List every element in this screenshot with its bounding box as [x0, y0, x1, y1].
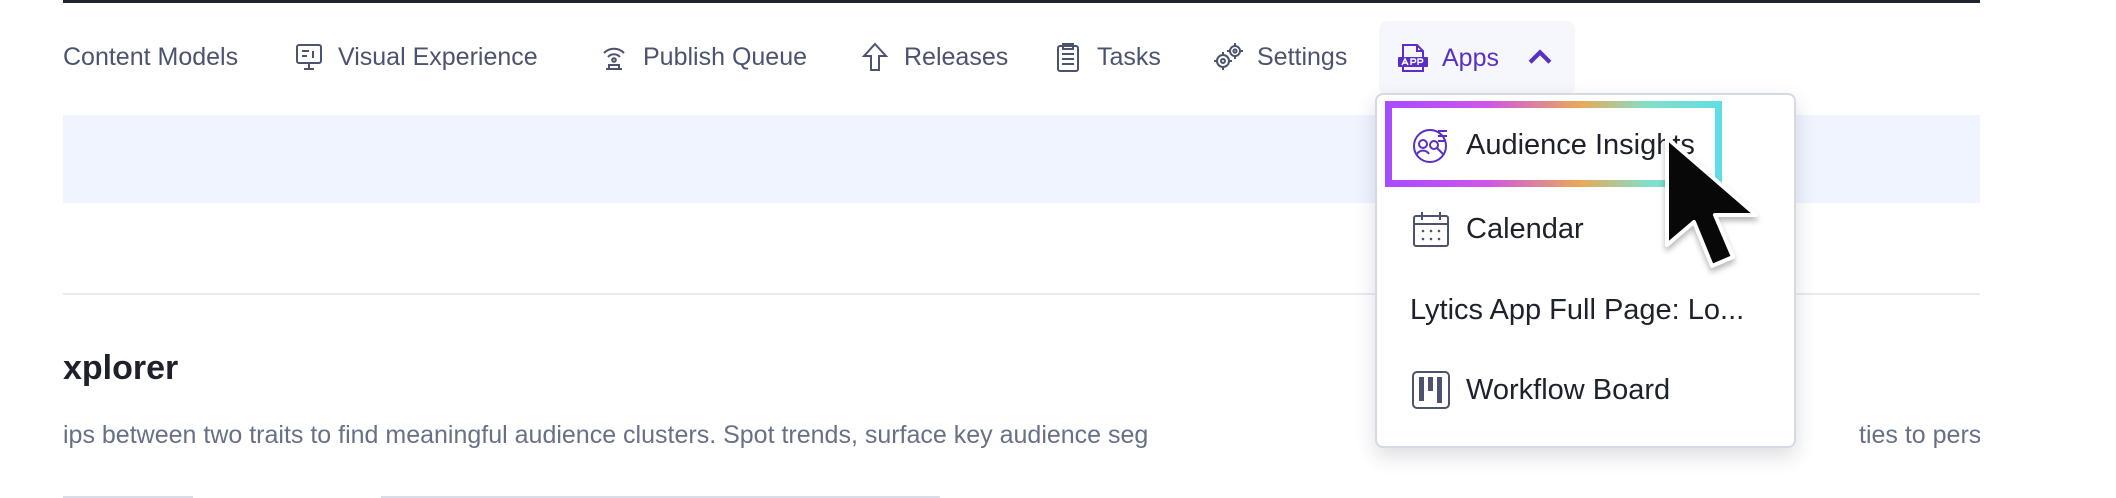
- nav-item-settings-label: Settings: [1257, 42, 1348, 71]
- apps-menu-item-workflow-board-label: Workflow Board: [1466, 373, 1671, 406]
- page-description-visible: ips between two traits to find meaningfu…: [63, 421, 1149, 449]
- apps-icon: [1398, 44, 1428, 72]
- apps-menu-item-lytics-app-full-page[interactable]: Lytics App Full Page: Lo...: [1377, 272, 1794, 348]
- top-divider: [63, 0, 1980, 3]
- nav-item-releases-label: Releases: [904, 42, 1009, 71]
- calendar-icon: [1413, 212, 1449, 247]
- nav-item-visual-experience[interactable]: Visual Experience: [292, 36, 538, 78]
- releases-icon: [861, 42, 889, 71]
- nav-item-tasks[interactable]: Tasks: [1051, 36, 1161, 78]
- tasks-icon: [1057, 43, 1079, 72]
- publish-queue-icon: [603, 47, 625, 70]
- workflow-board-icon: [1412, 371, 1450, 409]
- audience-insights-icon: [1413, 129, 1447, 163]
- apps-dropdown-menu: Audience Insights Calendar Lytics App Fu…: [1375, 93, 1796, 448]
- nav-item-tasks-label: Tasks: [1097, 42, 1161, 71]
- nav-item-content-models[interactable]: Content Models: [63, 36, 238, 78]
- page-description-tail: ties to persona: [1859, 421, 1980, 449]
- settings-icon: [1214, 43, 1243, 70]
- main-navigation: Content Models Visual Experience Publish…: [63, 14, 1980, 102]
- apps-menu-item-calendar-label: Calendar: [1466, 212, 1584, 245]
- nav-item-publish-queue[interactable]: Publish Queue: [597, 36, 807, 78]
- nav-item-visual-experience-label: Visual Experience: [338, 42, 538, 71]
- chevron-up-icon: [1528, 49, 1552, 64]
- apps-menu-item-audience-insights[interactable]: Audience Insights: [1377, 107, 1794, 183]
- apps-menu-item-workflow-board[interactable]: Workflow Board: [1377, 352, 1794, 428]
- nav-item-apps[interactable]: Apps: [1379, 21, 1575, 95]
- visual-experience-icon: [296, 44, 322, 70]
- nav-item-settings[interactable]: Settings: [1211, 36, 1347, 78]
- apps-menu-item-calendar[interactable]: Calendar: [1377, 191, 1794, 267]
- apps-menu-item-lytics-label: Lytics App Full Page: Lo...: [1410, 293, 1745, 326]
- form-control-edges: [63, 494, 1980, 498]
- nav-item-apps-label: Apps: [1442, 43, 1499, 72]
- apps-menu-item-audience-insights-label: Audience Insights: [1466, 128, 1695, 161]
- nav-item-publish-queue-label: Publish Queue: [643, 42, 808, 71]
- screen: Content Models Visual Experience Publish…: [0, 0, 2116, 498]
- nav-item-content-models-label: Content Models: [63, 42, 239, 71]
- nav-item-releases[interactable]: Releases: [858, 36, 1008, 78]
